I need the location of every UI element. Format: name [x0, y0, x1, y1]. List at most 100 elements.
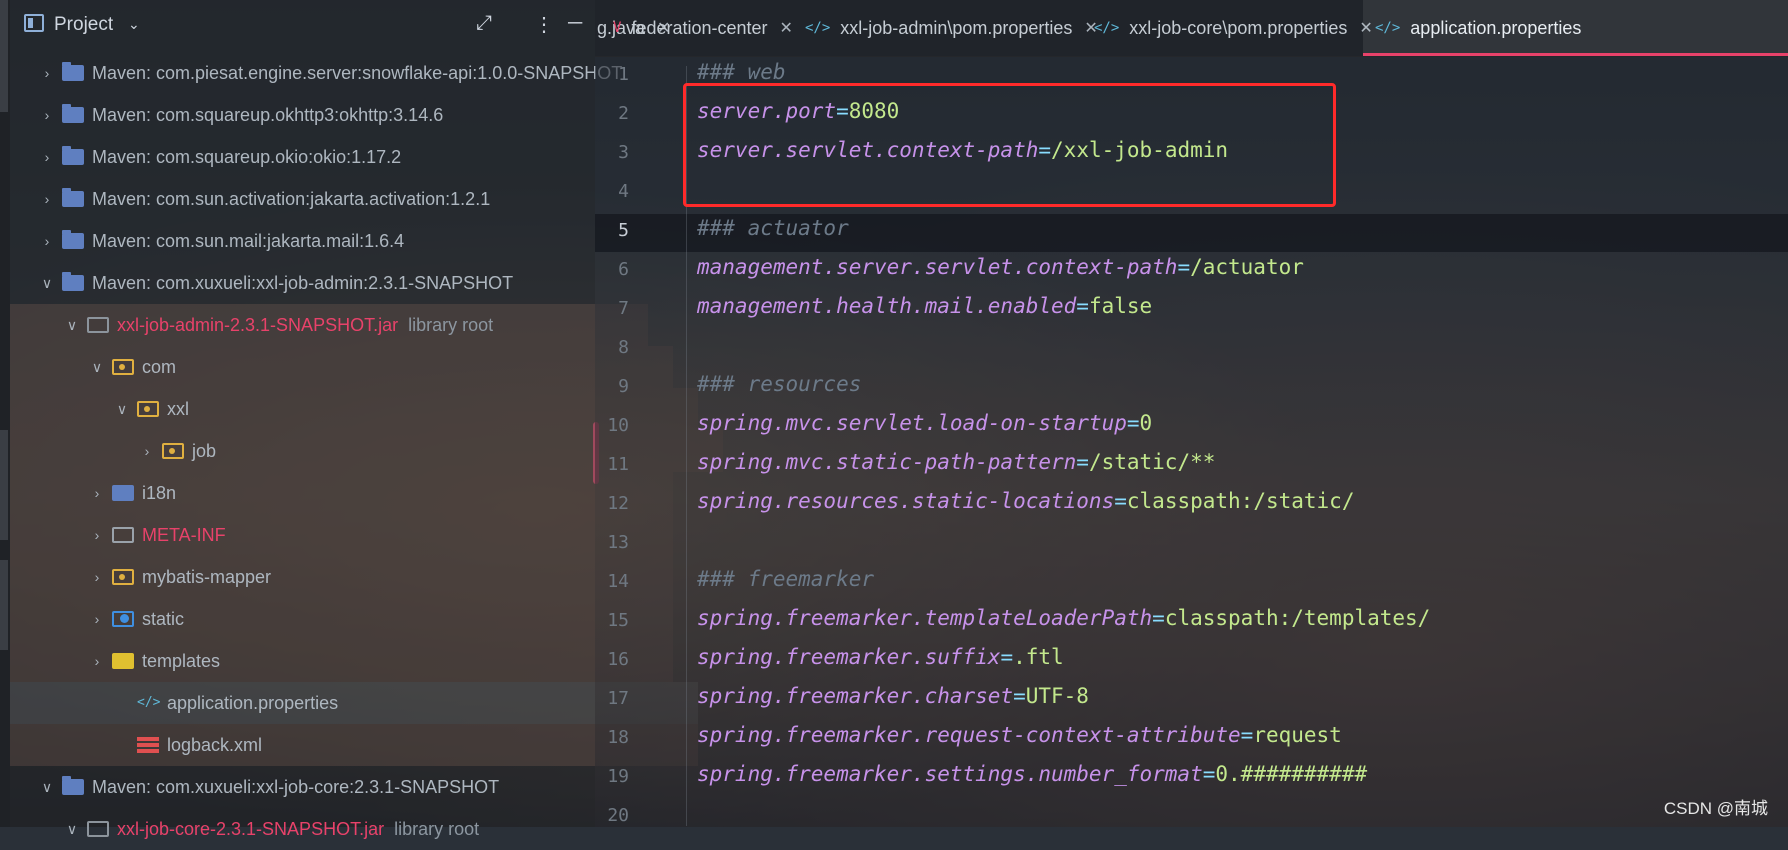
property-value: /static/** [1088, 450, 1216, 474]
maven-library-icon [62, 230, 84, 249]
close-tab-icon[interactable]: ✕ [780, 18, 793, 38]
code-line[interactable]: spring.freemarker.suffix=.ftl [697, 645, 1064, 669]
comment: ### freemarker [697, 567, 875, 591]
favorites-tool-button[interactable] [0, 560, 8, 650]
project-tool-button[interactable] [0, 0, 8, 112]
chevron-right-icon[interactable]: › [38, 65, 56, 81]
tab-label: xxl-job-core\pom.properties [1129, 17, 1348, 38]
chevron-right-icon[interactable]: › [88, 485, 106, 501]
chevron-right-icon[interactable]: › [88, 527, 106, 543]
code-line[interactable]: management.server.servlet.context-path=/… [697, 255, 1304, 279]
chevron-right-icon[interactable]: › [38, 107, 56, 123]
tree-item[interactable]: › META-INF [10, 514, 673, 556]
line-number: 1 [618, 64, 629, 85]
tree-item[interactable]: › mybatis-mapper [10, 556, 673, 598]
property-value: .ftl [1013, 645, 1064, 669]
property-value: false [1088, 294, 1153, 318]
tree-item[interactable]: ∨ com [10, 346, 673, 388]
chevron-down-icon[interactable]: ∨ [113, 401, 131, 418]
chevron-right-icon[interactable]: › [38, 191, 56, 207]
property-value: classpath:/static/ [1126, 489, 1355, 513]
tool-window-stripe [0, 0, 10, 827]
jar-icon [87, 317, 109, 333]
library-root-label: library root [408, 314, 494, 335]
maven-library-icon [62, 188, 84, 207]
line-number: 14 [607, 571, 629, 592]
code-line[interactable]: ### web [697, 60, 786, 84]
tree-item-label: Maven: com.xuxueli:xxl-job-admin:2.3.1-S… [92, 272, 514, 293]
tree-item-label: xxl-job-core-2.3.1-SNAPSHOT.jar [117, 818, 385, 839]
chevron-down-icon[interactable]: ⌄ [128, 16, 140, 33]
code-line[interactable]: spring.mvc.static-path-pattern=/static/*… [697, 450, 1215, 474]
tree-item[interactable]: › templates [10, 640, 673, 682]
chevron-right-icon[interactable]: › [88, 611, 106, 627]
tree-item[interactable]: › Maven: com.piesat.engine.server:snowfla… [10, 52, 623, 94]
chevron-down-icon[interactable]: ∨ [63, 317, 81, 334]
tree-item[interactable]: › Maven: com.sun.activation:jakarta.activ… [10, 178, 623, 220]
line-number: 5 [618, 220, 629, 241]
hide-panel-icon[interactable]: ─ [568, 12, 582, 35]
chevron-down-icon[interactable]: ∨ [38, 779, 56, 796]
line-number: 12 [607, 493, 629, 514]
comment: ### actuator [697, 216, 849, 240]
code-line[interactable]: spring.freemarker.request-context-attrib… [697, 723, 1342, 747]
tree-item[interactable]: › static [10, 598, 673, 640]
code-line[interactable]: spring.freemarker.charset=UTF-8 [697, 684, 1089, 708]
property-value: 0 [1139, 411, 1153, 435]
tree-item[interactable]: › Maven: com.sun.mail:jakarta.mail:1.6.4 [10, 220, 623, 262]
tree-item-label: Maven: com.sun.activation:jakarta.activa… [92, 188, 491, 209]
property-key: management.server.servlet.context-path [697, 255, 1178, 279]
line-number: 16 [607, 649, 629, 670]
chevron-down-icon[interactable]: ∨ [63, 821, 81, 838]
code-line[interactable]: ### resources [697, 372, 861, 396]
equals-sign: = [1000, 645, 1014, 669]
code-line[interactable]: spring.resources.static-locations=classp… [697, 489, 1354, 513]
properties-file-icon: </> [805, 20, 831, 36]
collapse-all-icon[interactable]: ⤢ [476, 12, 492, 35]
code-line[interactable]: ### freemarker [697, 567, 874, 591]
code-line[interactable]: spring.freemarker.templateLoaderPath=cla… [697, 606, 1430, 630]
editor-tab[interactable]: </> xxl-job-admin\pom.properties ✕ [793, 0, 1098, 56]
chevron-right-icon[interactable]: › [38, 233, 56, 249]
maven-library-icon [62, 146, 84, 165]
equals-sign: = [1177, 255, 1191, 279]
code-line[interactable]: spring.freemarker.settings.number_format… [697, 762, 1367, 786]
equals-sign: = [1202, 762, 1216, 786]
structure-tool-button[interactable] [0, 430, 8, 540]
line-number: 8 [618, 337, 629, 358]
tree-item[interactable]: › i18n [10, 472, 673, 514]
tree-item[interactable]: › Maven: com.squareup.okio:okio:1.17.2 [10, 136, 623, 178]
properties-file-icon: </> [137, 695, 161, 710]
tree-item[interactable]: ∨ Maven: com.xuxueli:xxl-job-admin:2.3.1-… [10, 262, 623, 304]
tree-item[interactable]: ∨ xxl-job-admin-2.3.1-SNAPSHOT.jar library… [10, 304, 648, 346]
chevron-right-icon[interactable]: › [88, 569, 106, 585]
maven-library-icon [62, 62, 84, 81]
maven-library-icon [62, 272, 84, 291]
package-icon [112, 359, 134, 375]
more-options-icon[interactable]: ⋮ [534, 12, 554, 37]
tree-item[interactable]: › Maven: com.squareup.okhttp3:okhttp:3.14… [10, 94, 623, 136]
editor-tab[interactable]: Vfederation-center ✕ [601, 0, 799, 56]
chevron-down-icon[interactable]: ∨ [38, 275, 56, 292]
editor-tab[interactable]: </> xxl-job-core\pom.properties ✕ [1082, 0, 1373, 56]
equals-sign: = [1076, 450, 1089, 474]
jar-icon [87, 821, 109, 837]
line-number: 9 [618, 376, 629, 397]
tree-item[interactable]: ∨ Maven: com.xuxueli:xxl-job-core:2.3.1-S… [10, 766, 623, 808]
line-number: 11 [607, 454, 629, 475]
property-value: 0.########## [1215, 762, 1368, 786]
editor-tab[interactable]: </> application.properties [1363, 0, 1788, 56]
tree-item-label: com [142, 356, 177, 377]
chevron-right-icon[interactable]: › [88, 653, 106, 669]
code-line[interactable]: spring.mvc.servlet.load-on-startup=0 [697, 411, 1152, 435]
properties-file-icon: </> [1375, 20, 1401, 36]
code-line[interactable]: ### actuator [697, 216, 849, 240]
code-line[interactable]: management.health.mail.enabled=false [697, 294, 1152, 318]
tree-item[interactable]: ∨ xxl-job-core-2.3.1-SNAPSHOT.jar library … [10, 808, 648, 850]
chevron-right-icon[interactable]: › [138, 443, 156, 459]
project-view-selector[interactable]: Project [54, 14, 113, 36]
line-number: 6 [618, 259, 629, 280]
chevron-right-icon[interactable]: › [38, 149, 56, 165]
chevron-down-icon[interactable]: ∨ [88, 359, 106, 376]
tree-item-label: xxl [167, 398, 189, 419]
